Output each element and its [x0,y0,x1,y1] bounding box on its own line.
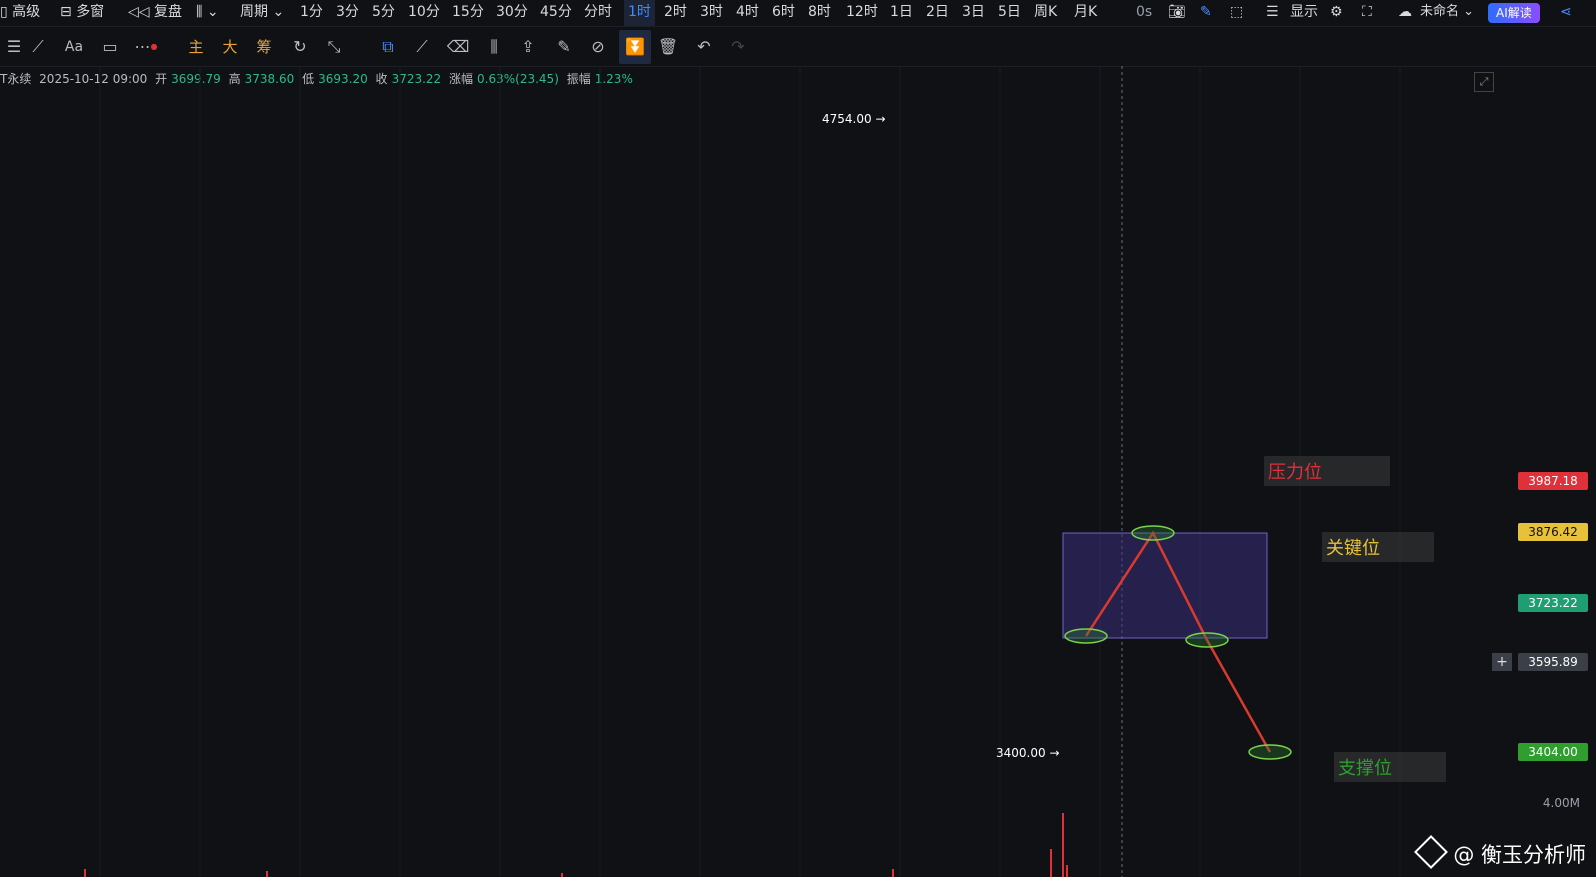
watermark: @ 衡玉分析师 [1414,835,1586,869]
period-3h[interactable]: 3时 [700,0,723,26]
crosshair-price-tag: 3595.89 [1518,653,1588,671]
advanced-menu[interactable]: ▯ 高级 [0,0,40,26]
eraser-icon[interactable]: ⌫ [444,30,472,64]
multi-window-menu[interactable]: ⊟ 多窗 [60,0,104,26]
period-8h[interactable]: 8时 [808,0,831,26]
period-2d[interactable]: 2日 [926,0,949,26]
support-price-tag: 3404.00 [1518,743,1588,761]
more-icon[interactable]: ⋯● [132,30,160,64]
volume-axis-tick: 4.00M [1542,796,1580,810]
period-6h[interactable]: 6时 [772,0,795,26]
period-1h[interactable]: 1时 [624,0,655,26]
period-12h[interactable]: 12时 [846,0,878,26]
logo-icon [1414,835,1449,869]
period-month[interactable]: 月K [1074,0,1097,26]
support-label: 支撑位 [1334,752,1446,782]
period-3d[interactable]: 3日 [962,0,985,26]
period-10m[interactable]: 10分 [408,0,440,26]
select-icon[interactable]: ⬚ [1230,0,1243,26]
filter-icon[interactable]: ⏬ [619,30,651,64]
key-level-label: 关键位 [1322,532,1434,562]
export-icon[interactable]: ⇪ [514,30,542,64]
period-1d[interactable]: 1日 [890,0,913,26]
timer-label: 0s [1136,4,1153,20]
resistance-label: 压力位 [1264,456,1390,486]
big-order-button[interactable]: 大 [216,30,244,64]
list-icon[interactable]: ☰ [1266,0,1279,26]
fullscreen-icon[interactable]: ⛶ [1362,0,1372,26]
pivot-marker [1185,632,1229,648]
period-5m[interactable]: 5分 [372,0,395,26]
copy-icon[interactable]: ⧉ [374,30,402,64]
period-3m[interactable]: 3分 [336,0,359,26]
expand-icon[interactable]: ⤢ [1474,72,1494,92]
volume-bar [1066,865,1068,877]
period-1m[interactable]: 1分 [300,0,323,26]
trash-icon[interactable]: 🗑︎ [654,30,682,64]
current-price-tag: 3723.22 [1518,594,1588,612]
period-15m[interactable]: 15分 [452,0,484,26]
period-2h[interactable]: 2时 [664,0,687,26]
period-30m[interactable]: 30分 [496,0,528,26]
magnet-icon[interactable]: ⤡ [320,30,348,64]
refresh-icon[interactable]: ↻ [286,30,314,64]
ruler-icon[interactable]: ⟋ [408,30,436,64]
pivot-marker [1131,525,1175,541]
replay-menu[interactable]: ◁◁ 复盘 [128,0,182,26]
pen-icon[interactable]: ✎ [1200,0,1212,26]
high-marker: 4754.00 → [822,112,886,126]
period-5d[interactable]: 5日 [998,0,1021,26]
settings-icon[interactable]: ⚙ [1330,0,1343,26]
cloud-icon[interactable]: ☁ [1398,0,1412,26]
chips-button[interactable]: 筹 [250,30,278,64]
volume-bar [561,873,563,877]
volume-bar [84,869,86,877]
period-4h[interactable]: 4时 [736,0,759,26]
volume-bar [892,869,894,877]
candles-icon[interactable]: ⫼ [480,30,508,64]
display-button[interactable]: 显示 [1290,0,1318,26]
trendline-icon[interactable]: ⟋ [24,30,52,64]
pivot-marker [1248,744,1292,760]
period-timeshare[interactable]: 分时 [584,0,612,26]
volume-bar [1050,849,1052,877]
note-icon[interactable]: ✎ [550,30,578,64]
add-alert-icon[interactable]: + [1492,653,1512,671]
top-bar: ▯ 高级 ⊟ 多窗 ◁◁ 复盘 ⫼ ⌄ 周期 ⌄ 1分 3分 5分 10分 15… [0,0,1596,27]
period-45m[interactable]: 45分 [540,0,572,26]
pivot-marker [1064,628,1108,644]
rectangle-icon[interactable]: ▭ [96,30,124,64]
volume-bar [266,871,268,877]
period-dropdown[interactable]: 周期 ⌄ [240,0,284,26]
period-week[interactable]: 周K [1034,0,1057,26]
key-price-tag: 3876.42 [1518,523,1588,541]
main-indicator-button[interactable]: 主 [182,30,210,64]
ai-interpret-button[interactable]: AI解读 [1488,3,1540,23]
alert-icon[interactable]: ⊘ [584,30,612,64]
candle-type-dropdown[interactable]: ⫼ ⌄ [196,0,219,26]
redo-icon[interactable]: ↷ [724,30,752,64]
volume-bar [1062,813,1064,877]
layout-name-dropdown[interactable]: 未命名 ⌄ [1420,0,1474,26]
text-tool-icon[interactable]: Aa [60,30,88,64]
resistance-price-tag: 3987.18 [1518,472,1588,490]
camera-icon[interactable]: 📷︎ [1168,0,1186,26]
share-icon[interactable]: ⋖ [1560,0,1572,26]
undo-icon[interactable]: ↶ [690,30,718,64]
low-marker: 3400.00 → [996,746,1060,760]
